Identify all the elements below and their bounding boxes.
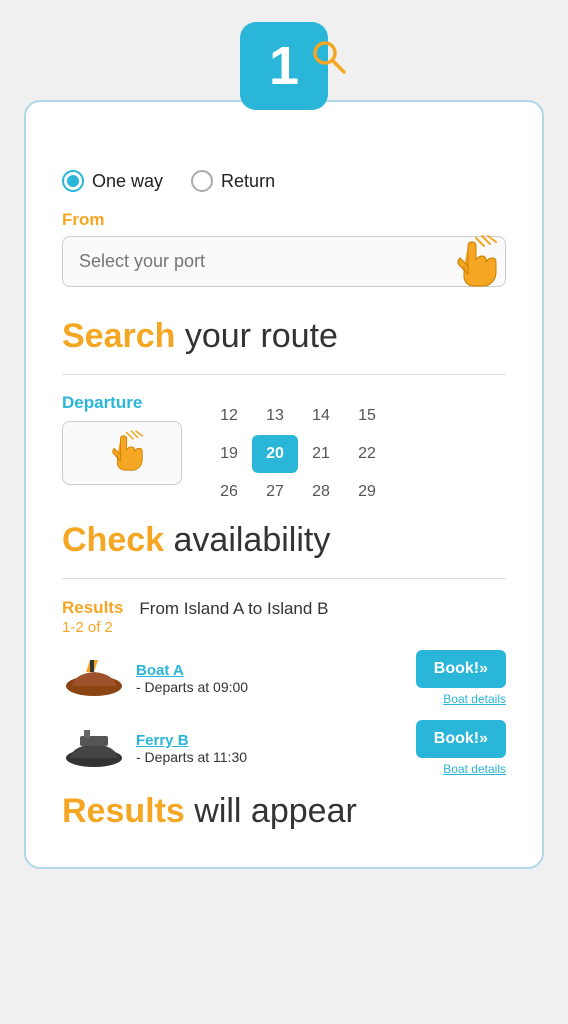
cal-row-3: 26 27 28 29 (206, 473, 506, 511)
book-b-button[interactable]: Book!» (416, 720, 506, 758)
return-option[interactable]: Return (191, 170, 275, 192)
departure-section: Departure (62, 393, 506, 511)
one-way-label: One way (92, 171, 163, 192)
ferry-b-departs: - Departs at 11:30 (136, 749, 406, 765)
divider-2 (62, 578, 506, 579)
departure-box[interactable] (62, 421, 182, 485)
boat-a-icon (62, 656, 126, 700)
results-highlight: Results (62, 792, 185, 830)
book-a-button[interactable]: Book!» (416, 650, 506, 688)
search-highlight: Search (62, 317, 175, 355)
departure-label: Departure (62, 393, 182, 413)
ferry-b-book-col: Book!» Boat details (416, 720, 506, 776)
results-label-group: Results 1-2 of 2 (62, 597, 123, 636)
results-label: Results (62, 597, 123, 619)
calendar-grid: 12 13 14 15 19 20 21 22 26 27 28 (206, 393, 506, 511)
cal-row-2: 19 20 21 22 (206, 435, 506, 473)
results-will-appear-text: Results will appear (62, 792, 506, 831)
cal-row-1: 12 13 14 15 (206, 397, 506, 435)
cal-cell[interactable]: 19 (206, 435, 252, 473)
click-hand-icon (438, 232, 502, 301)
departure-left: Departure (62, 393, 182, 485)
check-highlight: Check (62, 521, 164, 559)
boat-row-2: Ferry B - Departs at 11:30 Book!» Boat d… (62, 720, 506, 776)
cal-cell[interactable]: 12 (206, 397, 252, 435)
ferry-b-icon (62, 726, 126, 770)
boat-a-details-link[interactable]: Boat details (443, 692, 506, 706)
results-count: 1-2 of 2 (62, 619, 123, 636)
boat-a-book-col: Book!» Boat details (416, 650, 506, 706)
boat-a-name[interactable]: Boat A (136, 662, 406, 679)
check-suffix: availability (164, 521, 330, 559)
return-label: Return (221, 171, 275, 192)
radio-group: One way Return (62, 170, 506, 192)
cal-cell[interactable]: 27 (252, 473, 298, 511)
search-suffix: your route (175, 317, 338, 355)
cal-cell[interactable]: 13 (252, 397, 298, 435)
cal-cell-selected[interactable]: 20 (252, 435, 298, 473)
boat-a-info: Boat A - Departs at 09:00 (136, 662, 406, 695)
search-route-text: Search your route (62, 317, 506, 356)
cal-cell[interactable]: 14 (298, 397, 344, 435)
port-input-row (62, 236, 506, 287)
cal-cell[interactable]: 29 (344, 473, 390, 511)
cal-cell[interactable]: 15 (344, 397, 390, 435)
departure-hand-icon (97, 428, 147, 478)
step-number: 1 (269, 39, 299, 93)
check-availability-text: Check availability (62, 521, 506, 560)
return-radio[interactable] (191, 170, 213, 192)
boat-row-1: Boat A - Departs at 09:00 Book!» Boat de… (62, 650, 506, 706)
one-way-radio[interactable] (62, 170, 84, 192)
one-way-option[interactable]: One way (62, 170, 163, 192)
results-header: Results 1-2 of 2 From Island A to Island… (62, 597, 506, 636)
cal-cell[interactable]: 28 (298, 473, 344, 511)
cal-cell[interactable]: 22 (344, 435, 390, 473)
results-route: From Island A to Island B (139, 597, 328, 619)
results-section: Results 1-2 of 2 From Island A to Island… (62, 597, 506, 776)
from-label: From (62, 210, 506, 230)
cal-cell[interactable]: 21 (298, 435, 344, 473)
search-icon (310, 38, 348, 81)
main-card: One way Return From (24, 100, 544, 869)
ferry-b-info: Ferry B - Departs at 11:30 (136, 732, 406, 765)
boat-a-departs: - Departs at 09:00 (136, 679, 406, 695)
ferry-b-name[interactable]: Ferry B (136, 732, 406, 749)
results-suffix: will appear (185, 792, 357, 830)
ferry-b-details-link[interactable]: Boat details (443, 762, 506, 776)
divider-1 (62, 374, 506, 375)
cal-cell[interactable]: 26 (206, 473, 252, 511)
